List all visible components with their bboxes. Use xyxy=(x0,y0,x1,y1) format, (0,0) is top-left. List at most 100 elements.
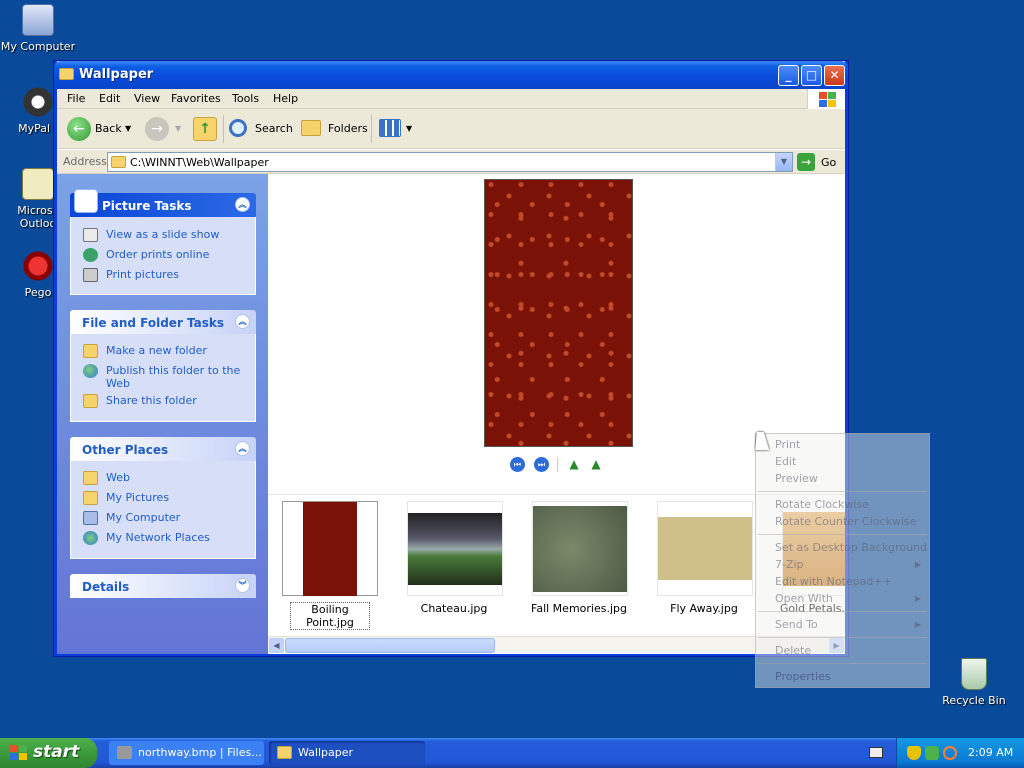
taskbar: start northway.bmp | Files... Wallpaper … xyxy=(0,738,1024,768)
collapse-icon[interactable]: ︽ xyxy=(235,197,250,212)
search-button[interactable]: Search xyxy=(229,117,293,141)
thumbnail-caption: Fly Away.jpg xyxy=(670,602,738,615)
back-dropdown-icon[interactable]: ▼ xyxy=(125,124,131,133)
address-input[interactable]: C:\WINNT\Web\Wallpaper ▼ xyxy=(107,152,793,172)
folder-icon xyxy=(83,471,98,485)
context-menu-item[interactable]: Delete xyxy=(775,644,811,657)
folder-icon xyxy=(59,68,74,80)
expand-icon[interactable]: ︾ xyxy=(235,578,250,593)
scroll-left-icon[interactable]: ◀ xyxy=(269,638,284,653)
keyboard-icon[interactable] xyxy=(869,747,883,758)
context-menu: Print Edit Preview Rotate Clockwise Rota… xyxy=(755,433,930,688)
other-places-header[interactable]: Other Places ︽ xyxy=(70,437,256,461)
address-dropdown-icon[interactable]: ▼ xyxy=(775,153,792,171)
menu-edit[interactable]: Edit xyxy=(99,92,120,105)
rotate-counterclockwise-icon[interactable]: ▲ xyxy=(588,458,604,471)
context-menu-item[interactable]: Edit xyxy=(775,455,796,468)
minimize-button[interactable]: _ xyxy=(778,65,799,86)
window-title: Wallpaper xyxy=(79,67,154,82)
submenu-arrow-icon: ▶ xyxy=(914,594,921,603)
mypal-icon xyxy=(22,86,54,118)
menu-view[interactable]: View xyxy=(134,92,160,105)
title-bar[interactable]: Wallpaper _ □ ✕ xyxy=(54,61,848,89)
clock: 2:09 AM xyxy=(968,746,1014,759)
previous-image-icon[interactable]: ⏮ xyxy=(510,457,525,472)
menu-separator xyxy=(758,491,927,492)
network-tray-icon[interactable] xyxy=(925,746,939,760)
order-prints-icon xyxy=(83,248,98,262)
context-menu-item[interactable]: Edit with Notepad++ xyxy=(775,575,892,588)
pego-icon xyxy=(22,250,54,282)
menu-separator xyxy=(758,663,927,664)
menu-tools[interactable]: Tools xyxy=(232,92,259,105)
details-header[interactable]: Details ︾ xyxy=(70,574,256,598)
search-tray-icon[interactable] xyxy=(943,746,957,760)
up-folder-button[interactable]: ↑ xyxy=(193,117,217,141)
context-menu-item[interactable]: Rotate Clockwise xyxy=(775,498,869,511)
maximize-button[interactable]: □ xyxy=(801,65,822,86)
thumbnail[interactable] xyxy=(282,501,378,596)
context-menu-item[interactable]: Properties xyxy=(775,670,831,683)
start-button[interactable]: start xyxy=(0,738,97,768)
close-button[interactable]: ✕ xyxy=(824,65,845,86)
slide-show-icon xyxy=(83,228,98,242)
views-icon xyxy=(379,119,401,137)
new-folder-icon xyxy=(83,344,98,358)
desktop-icon-label: Recycle Bin xyxy=(942,694,1006,707)
forward-arrow-icon: → xyxy=(145,117,169,141)
globe-icon xyxy=(83,364,98,378)
address-label: Address xyxy=(63,155,107,168)
thumbnail-image xyxy=(303,502,357,596)
toolbar: ← Back ▼ → ▼ ↑ Search Folders ▼ xyxy=(57,109,845,149)
thumbnail[interactable] xyxy=(407,501,503,596)
menu-separator xyxy=(758,637,927,638)
mouse-cursor-icon xyxy=(755,432,771,450)
folders-button[interactable]: Folders xyxy=(301,117,368,141)
network-icon xyxy=(83,531,98,545)
context-menu-item[interactable]: Print xyxy=(775,438,800,451)
picture-tasks-box: View as a slide show Order prints online… xyxy=(70,217,256,295)
forward-dropdown-icon[interactable]: ▼ xyxy=(175,124,181,133)
context-menu-item[interactable]: Rotate Counter Clockwise xyxy=(775,515,916,528)
taskbar-button-wallpaper[interactable]: Wallpaper xyxy=(269,741,425,765)
desktop-icon-recycle-bin[interactable]: Recycle Bin xyxy=(936,658,1012,707)
desktop-icon-label: My Computer xyxy=(0,40,76,53)
next-image-icon[interactable]: ⏭ xyxy=(534,457,549,472)
taskbar-button-northway[interactable]: northway.bmp | Files... xyxy=(109,741,264,765)
context-menu-item[interactable]: Open With xyxy=(775,592,833,605)
task-pane: Picture Tasks ︽ View as a slide show Ord… xyxy=(57,174,268,654)
rotate-clockwise-icon[interactable]: ▲ xyxy=(566,458,582,471)
other-places-box: Web My Pictures My Computer My Network P… xyxy=(70,461,256,559)
explorer-window: Wallpaper _ □ ✕ File Edit View Favorites… xyxy=(54,61,848,656)
scrollbar-thumb[interactable] xyxy=(285,638,495,653)
menu-favorites[interactable]: Favorites xyxy=(171,92,221,105)
forward-button[interactable]: → ▼ xyxy=(145,117,183,141)
windows-logo-icon xyxy=(10,745,28,761)
folder-icon xyxy=(111,156,126,168)
image-preview xyxy=(484,179,633,447)
thumbnail-caption: Fall Memories.jpg xyxy=(531,602,627,615)
file-folder-tasks-header[interactable]: File and Folder Tasks ︽ xyxy=(70,310,256,334)
up-folder-icon: ↑ xyxy=(193,117,217,141)
picture-tasks-header[interactable]: Picture Tasks ︽ xyxy=(70,189,256,217)
search-icon xyxy=(229,119,247,137)
views-button[interactable]: ▼ xyxy=(379,117,415,141)
my-computer-icon xyxy=(83,511,98,525)
collapse-icon[interactable]: ︽ xyxy=(235,314,250,329)
app-icon xyxy=(117,746,132,759)
context-menu-item[interactable]: Preview xyxy=(775,472,818,485)
menu-help[interactable]: Help xyxy=(273,92,298,105)
context-menu-item[interactable]: 7-Zip xyxy=(775,558,804,571)
desktop-icon-my-computer[interactable]: My Computer xyxy=(0,4,76,53)
toolbar-separator xyxy=(371,115,372,143)
context-menu-item[interactable]: Set as Desktop Background xyxy=(775,541,927,554)
menu-file[interactable]: File xyxy=(67,92,85,105)
thumbnail[interactable] xyxy=(657,501,753,596)
my-pictures-icon xyxy=(83,491,98,505)
thumbnail[interactable] xyxy=(532,501,628,596)
context-menu-item[interactable]: Send To xyxy=(775,618,818,631)
toolbar-separator xyxy=(223,115,224,143)
back-button[interactable]: ← Back ▼ xyxy=(67,117,133,141)
security-shield-icon[interactable] xyxy=(907,746,921,760)
collapse-icon[interactable]: ︽ xyxy=(235,441,250,456)
